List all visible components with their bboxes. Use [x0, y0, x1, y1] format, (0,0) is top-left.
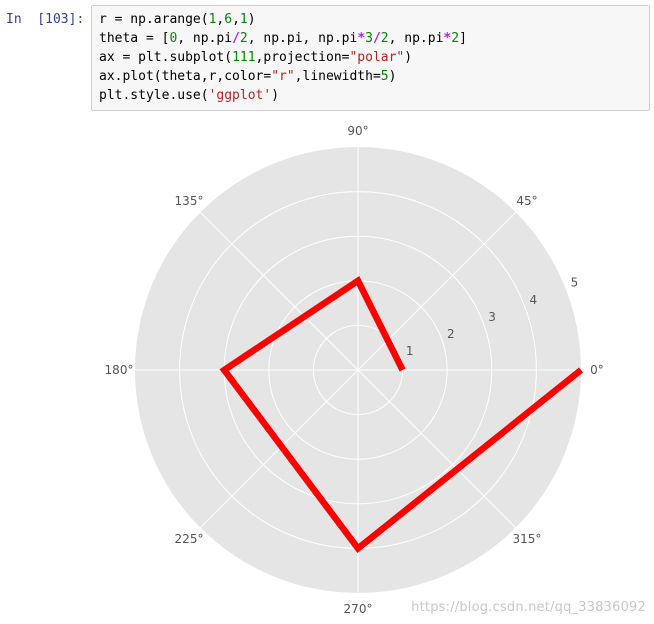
- code-token: ,linewidth=: [294, 69, 381, 84]
- code-token: /: [372, 31, 381, 46]
- code-token: ]: [459, 31, 467, 46]
- code-token: 5: [380, 69, 389, 84]
- theta-tick-label: 135°: [175, 194, 204, 208]
- code-token: "r": [271, 69, 295, 84]
- code-token: 1: [239, 12, 248, 27]
- cell-prompt: In [103]:: [6, 12, 85, 27]
- code-token: ax.plot(theta,r,color=: [99, 69, 272, 84]
- code-token: 2: [239, 31, 248, 46]
- code-token: "polar": [349, 50, 405, 65]
- radial-tick-label: 1: [406, 344, 414, 358]
- code-token: , np.pi: [177, 31, 233, 46]
- code-token: 'ggplot': [208, 88, 272, 103]
- code-token: ,projection=: [255, 50, 350, 65]
- code-token: 2: [380, 31, 389, 46]
- code-token: 3: [365, 31, 373, 46]
- radial-tick-label: 2: [447, 327, 455, 341]
- code-token: r = np.arange(: [99, 12, 209, 27]
- code-token: ): [388, 69, 397, 84]
- code-token: 2: [451, 31, 460, 46]
- theta-tick-label: 270°: [344, 602, 373, 616]
- theta-tick-label: 180°: [105, 363, 134, 377]
- code-token: ): [404, 50, 413, 65]
- code-token: ,: [232, 12, 240, 27]
- code-token: 111: [232, 50, 256, 65]
- watermark: https://blog.csdn.net/qq_33836092: [411, 600, 646, 615]
- code-editor[interactable]: r = np.arange(1,6,1) theta = [0, np.pi/2,…: [91, 5, 650, 111]
- notebook-cell: In [103]: r = np.arange(1,6,1) theta = [0…: [0, 0, 654, 623]
- radial-tick-label: 4: [529, 293, 537, 307]
- code-token: *: [357, 31, 366, 46]
- code-token: 6: [224, 12, 233, 27]
- code-token: , np.pi, np.pi: [247, 31, 358, 46]
- code-line: r = np.arange(1,6,1): [99, 10, 642, 29]
- code-token: ax = plt.subplot(: [99, 50, 233, 65]
- radial-tick-label: 3: [488, 310, 496, 324]
- code-token: plt.style.use(: [99, 88, 209, 103]
- theta-tick-label: 225°: [175, 532, 204, 546]
- code-token: ): [247, 12, 256, 27]
- theta-tick-label: 0°: [590, 363, 604, 377]
- code-token: ): [271, 88, 280, 103]
- code-line: ax.plot(theta,r,color="r",linewidth=5): [99, 67, 642, 86]
- theta-tick-label: 315°: [513, 532, 542, 546]
- code-token: , np.pi: [388, 31, 444, 46]
- radial-tick-label: 5: [571, 276, 579, 290]
- polar-chart: 0° 45° 90° 135° 180° 225° 270° 315° 1 2 3 4 5: [105, 124, 604, 616]
- theta-tick-label: 45°: [516, 194, 537, 208]
- code-token: theta = [: [99, 31, 170, 46]
- code-line: ax = plt.subplot(111,projection="polar"): [99, 48, 642, 67]
- cell-output: 0° 45° 90° 135° 180° 225° 270° 315° 1 2 3 4 5: [92, 120, 652, 620]
- code-line: plt.style.use('ggplot'): [99, 86, 642, 105]
- code-line: theta = [0, np.pi/2, np.pi, np.pi*3/2, n…: [99, 29, 642, 48]
- theta-tick-label: 90°: [347, 124, 368, 138]
- code-token: /: [232, 31, 240, 46]
